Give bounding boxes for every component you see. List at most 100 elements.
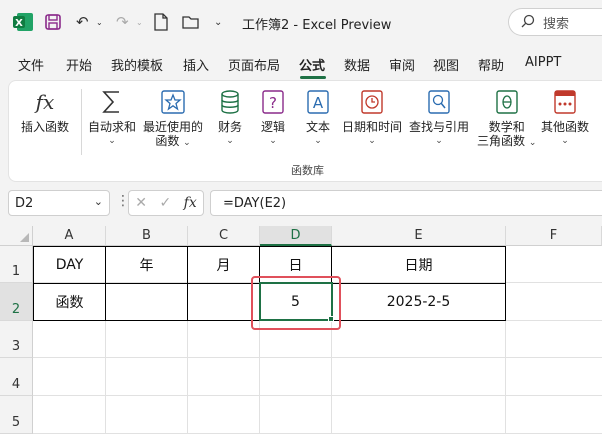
database-icon [217,87,243,117]
svg-text:fx: fx [34,90,55,114]
enter-icon[interactable]: ✓ [159,195,171,211]
menu-formulas[interactable]: 公式 [299,55,325,74]
menu-bar: 文件 开始 我的模板 插入 页面布局 公式 数据 审阅 视图 帮助 AIPPT [0,48,602,78]
cell-e2[interactable]: 2025-2-5 [332,284,505,320]
function-library-label: 函数库 [291,164,324,177]
lookup-reference-label: 查找与引用 [409,120,470,134]
gridline [33,395,602,396]
menu-file[interactable]: 文件 [18,55,44,74]
window-title: 工作簿2 - Excel Preview [242,18,392,33]
text-dropdown-icon: ⌄ [314,136,322,146]
name-box[interactable]: D2 ⌄ [8,190,110,216]
undo-icon[interactable]: ↶ [76,12,89,32]
formula-text: =DAY(E2) [223,195,287,211]
menu-help[interactable]: 帮助 [478,55,504,74]
menu-page-layout[interactable]: 页面布局 [228,55,280,74]
cell-e1[interactable]: 日期 [332,247,505,283]
insert-function-button[interactable]: fx 插入函数 [21,87,69,134]
cell-c1[interactable]: 月 [188,247,259,283]
row-header-4[interactable]: 4 [0,358,33,396]
search-icon [521,14,535,31]
redo-dropdown-icon[interactable]: ⌄ [136,12,143,32]
lookup-reference-dropdown-icon: ⌄ [435,136,443,146]
cell-c2[interactable] [188,284,259,320]
formula-input[interactable]: =DAY(E2) [210,190,602,216]
insert-function-icon[interactable]: fx [184,195,197,211]
name-box-dropdown-icon[interactable]: ⌄ [94,195,103,208]
recently-used-label: 最近使用的 [143,120,204,134]
text-button[interactable]: A 文本 ⌄ [305,87,331,148]
cell-a1[interactable]: DAY [34,247,105,283]
financial-button[interactable]: 财务 ⌄ [217,87,243,148]
ribbon-separator [81,89,82,155]
column-header-f[interactable]: F [506,226,602,246]
select-all-button[interactable] [0,226,33,246]
svg-text:?: ? [269,94,277,112]
logical-label: 逻辑 [260,120,285,134]
cell-a2[interactable]: 函数 [34,284,105,320]
more-functions-icon [552,87,578,117]
menu-data[interactable]: 数据 [344,55,370,74]
undo-dropdown-icon[interactable]: ⌄ [96,12,103,32]
customize-toolbar-icon[interactable]: ⌄ [214,12,222,32]
column-header-b[interactable]: B [106,226,188,246]
lookup-reference-button[interactable]: 查找与引用 ⌄ [409,87,469,148]
active-tab-indicator [300,76,326,79]
name-box-value: D2 [15,195,34,211]
formula-buttons: ✕ ✓ fx [128,190,204,216]
row-header-2[interactable]: 2 [0,283,33,321]
theta-icon [494,87,520,117]
column-header-a[interactable]: A [33,226,106,246]
row-header-3[interactable]: 3 [0,321,33,358]
menu-review[interactable]: 审阅 [389,55,415,74]
svg-text:A: A [313,94,324,112]
search-box[interactable]: 搜索 [508,8,602,36]
redo-icon[interactable]: ↷ [116,12,129,32]
logical-button[interactable]: ? 逻辑 ⌄ [260,87,286,148]
text-a-icon: A [305,87,331,117]
row-header-5[interactable]: 5 [0,396,33,434]
recently-used-button[interactable]: 最近使用的 函数 ⌄ [143,87,203,150]
math-trig-label: 数学和 [488,120,525,134]
cell-b2[interactable] [106,284,187,320]
search-placeholder: 搜索 [543,16,570,32]
more-functions-button[interactable]: 其他函数 ⌄ [541,87,589,148]
autosum-button[interactable]: 自动求和 ⌄ [88,87,136,148]
date-time-label: 日期和时间 [342,120,403,134]
title-bar: X ↶ ⌄ ↷ ⌄ ⌄ 工作簿2 - Excel Preview 搜索 [0,0,602,44]
cancel-icon[interactable]: ✕ [135,195,147,211]
recently-used-label-2: 函数 ⌄ [155,134,191,148]
logical-dropdown-icon: ⌄ [269,136,277,146]
cell-b1[interactable]: 年 [106,247,187,283]
date-time-dropdown-icon: ⌄ [368,136,376,146]
column-header-c[interactable]: C [188,226,260,246]
menu-insert[interactable]: 插入 [183,55,209,74]
open-folder-icon[interactable] [182,12,200,32]
svg-text:X: X [15,18,23,29]
annotation-highlight-box [251,276,341,330]
sigma-icon [99,87,125,117]
insert-function-label: 插入函数 [21,120,70,134]
text-label: 文本 [305,120,330,134]
menu-home[interactable]: 开始 [66,55,92,74]
star-icon [160,87,186,117]
date-time-button[interactable]: 日期和时间 ⌄ [342,87,402,148]
worksheet-grid: A B C D E F 1 2 3 4 5 DAY 年 月 日 日期 函数 5 … [0,226,602,434]
financial-label: 财务 [217,120,242,134]
row-header-1[interactable]: 1 [0,246,33,283]
menu-aippt[interactable]: AIPPT [525,55,561,70]
clock-icon [359,87,385,117]
menu-view[interactable]: 视图 [433,55,459,74]
gridline [33,357,602,358]
formulas-ribbon: fx 插入函数 自动求和 ⌄ 最近使用的 函数 ⌄ 财务 ⌄ ? 逻辑 ⌄ A [8,80,602,182]
save-icon[interactable] [44,12,62,32]
magnifier-icon [426,87,452,117]
math-trig-button[interactable]: 数学和 三角函数 ⌄ [477,87,536,150]
more-functions-label: 其他函数 [541,120,590,134]
fx-icon: fx [32,87,58,117]
column-header-d[interactable]: D [260,226,332,246]
menu-my-templates[interactable]: 我的模板 [111,55,163,74]
column-header-e[interactable]: E [332,226,506,246]
new-file-icon[interactable] [154,12,168,32]
question-icon: ? [260,87,286,117]
